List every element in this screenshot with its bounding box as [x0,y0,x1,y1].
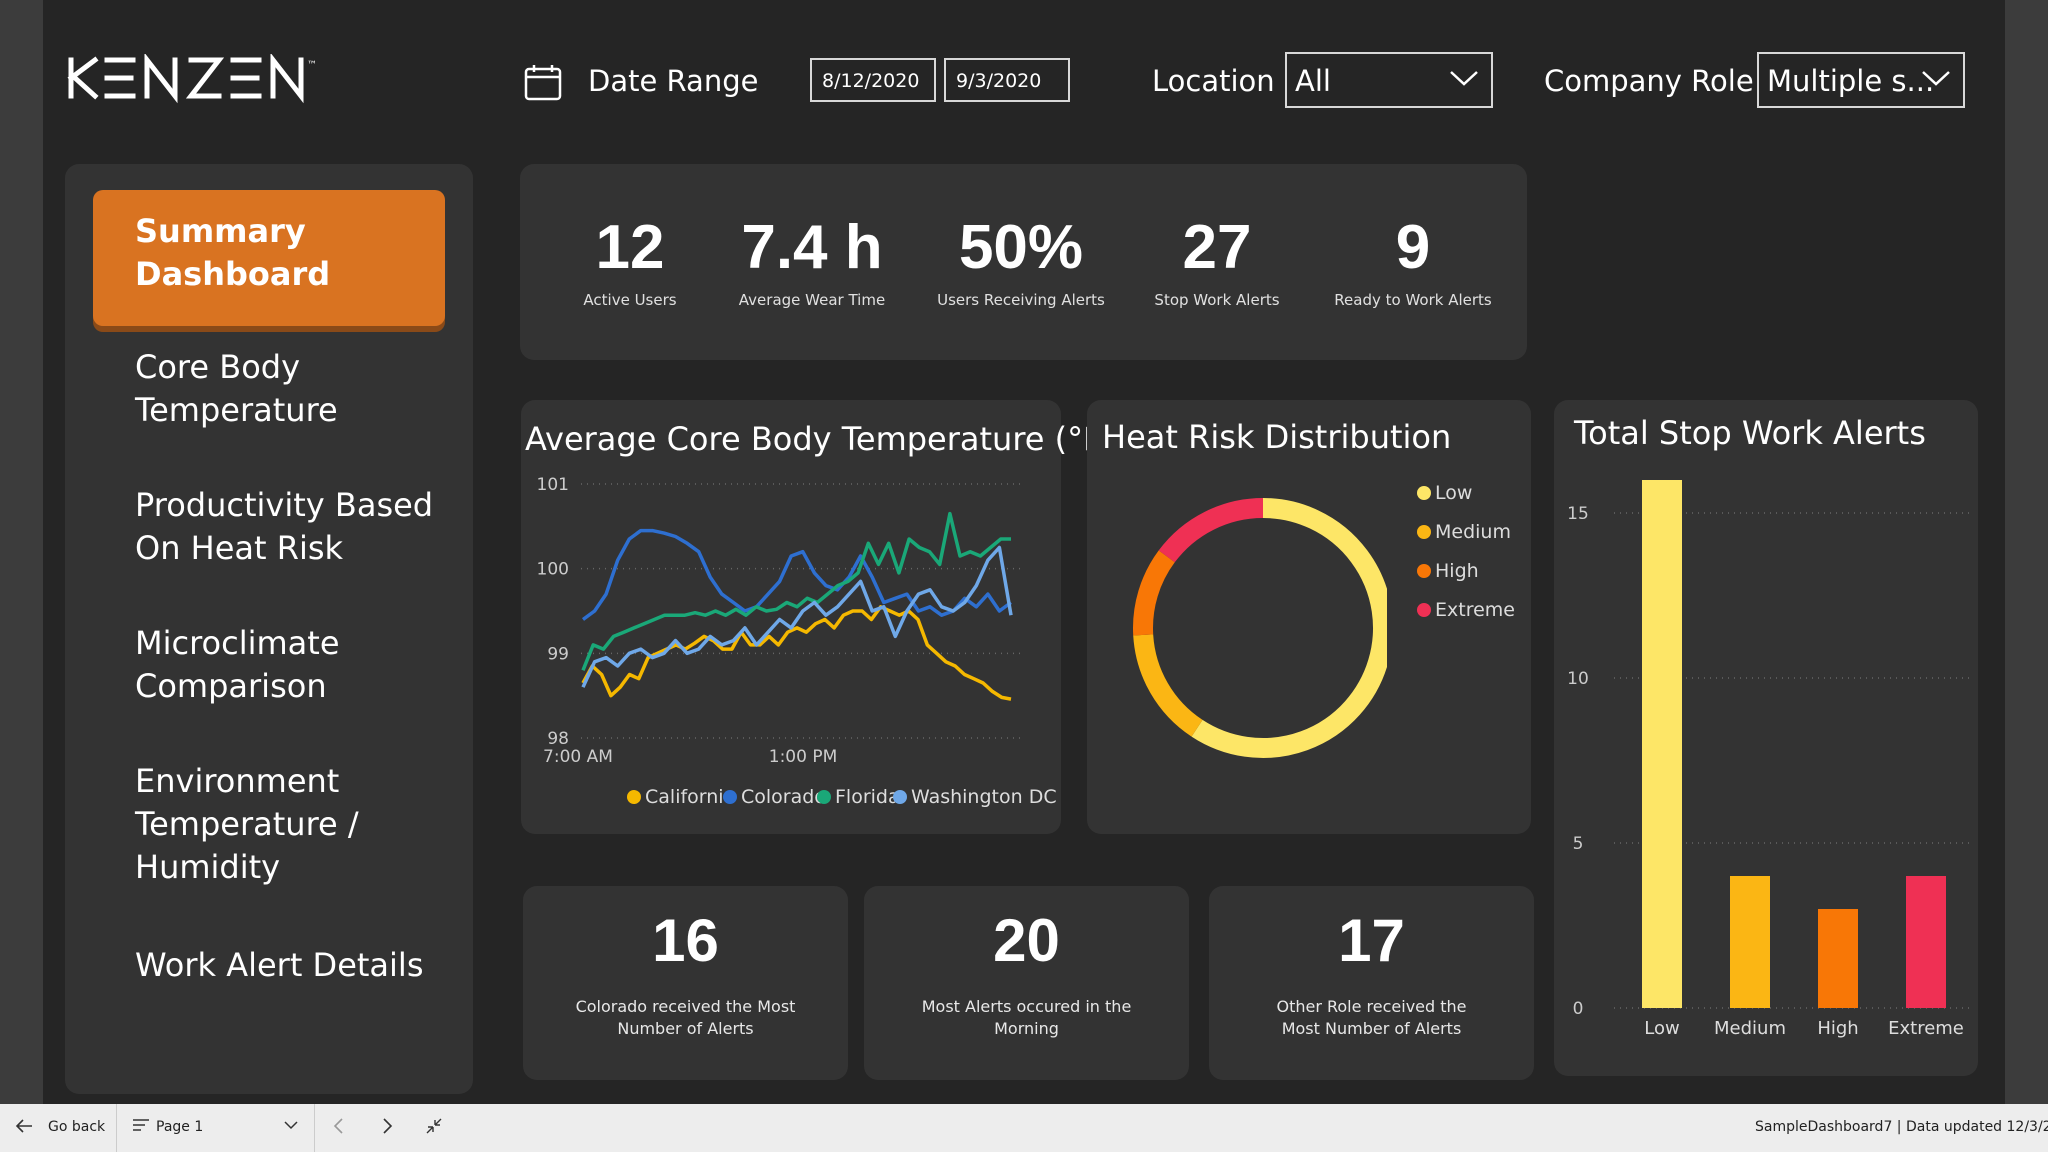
app-window: ™ Date Range 8/12/2020 9/3/2020 Location… [0,0,2048,1152]
y-tick-label: 0 [1573,999,1584,1019]
stat-location-label: Colorado received the Most Number of Ale… [575,997,796,1038]
kpi-wear-time-value: 7.4 h [741,213,883,282]
stat-card-role: 17 Other Role received the Most Number o… [1209,886,1534,1080]
kpi-card: 12 Active Users 7.4 h Average Wear Time … [520,164,1527,360]
next-page-icon[interactable] [378,1116,396,1140]
stop-work-chart-card: Total Stop Work Alerts 0 5 10 15 Low Medium Hi… [1554,400,1978,1076]
company-role-value: Multiple s... [1767,64,1935,98]
back-arrow-icon[interactable] [14,1116,34,1140]
bar-extreme [1906,876,1946,1008]
stop-work-chart-title: Total Stop Work Alerts [1574,414,1926,452]
start-date-input[interactable]: 8/12/2020 [810,58,936,102]
location-value: All [1295,64,1331,98]
company-role-dropdown[interactable]: Multiple s... [1757,52,1965,108]
exit-fullscreen-icon[interactable] [424,1116,444,1140]
kpi-stop-work-label: Stop Work Alerts [1154,291,1280,309]
legend-colorado: Colorado [723,786,826,808]
x-tick-label: Extreme [1888,1018,1964,1039]
core-temp-chart-title: Average Core Body Temperature (°F) [525,420,1115,458]
stat-time-value: 20 [993,907,1060,974]
location-dropdown[interactable]: All [1285,52,1493,108]
report-status-text: SampleDashboard7 | Data updated 12/3/20 [1755,1119,2048,1135]
bar-low [1642,480,1682,1008]
navigation-panel: Summary Dashboard Core Body Temperature … [65,164,473,1094]
y-tick-label: 5 [1573,834,1584,854]
legend-low: Low [1417,482,1472,504]
legend-california: California [627,786,735,808]
company-role-label: Company Role [1544,64,1754,98]
y-tick-label: 15 [1567,504,1589,524]
x-tick-label: 7:00 AM [543,747,613,767]
legend-medium: Medium [1417,521,1511,543]
kenzen-logo-icon: ™ [67,52,317,104]
page-list-icon [132,1117,150,1137]
report-footer-bar: Go back Page 1 SampleDashboard7 | Data u… [0,1104,2048,1152]
date-range-label: Date Range [588,64,759,98]
donut-slice-low [1191,498,1387,758]
y-tick-label: 100 [537,560,569,580]
nav-microclimate-comparison[interactable]: Microclimate Comparison [93,622,443,708]
core-temp-legend: California Colorado Florida Washington D… [521,786,1061,816]
heat-risk-donut-chart [1133,498,1387,758]
stat-card-location: 16 Colorado received the Most Number of … [523,886,848,1080]
legend-washington-dc: Washington DC [893,786,1057,808]
chevron-down-icon [1450,71,1478,86]
bar-high [1818,909,1858,1008]
nav-core-body-temperature[interactable]: Core Body Temperature [93,346,443,432]
stat-role-label: Other Role received the Most Number of A… [1276,997,1467,1038]
legend-extreme: Extreme [1417,599,1515,621]
nav-work-alert-details[interactable]: Work Alert Details [93,944,443,987]
x-tick-label: High [1817,1018,1858,1039]
stat-time-label: Most Alerts occured in the Morning [921,997,1132,1038]
donut-slice-high [1133,550,1175,636]
heat-risk-chart-title: Heat Risk Distribution [1102,418,1452,456]
x-tick-label: Low [1644,1018,1679,1039]
nav-environment-temperature-humidity[interactable]: Environment Temperature / Humidity [93,760,443,889]
kpi-stop-work-value: 27 [1182,213,1252,282]
chevron-down-icon[interactable] [282,1116,300,1138]
calendar-icon [523,62,563,107]
nav-productivity-heat-risk[interactable]: Productivity Based On Heat Risk [93,484,443,570]
donut-slice-medium [1133,634,1203,737]
y-tick-label: 10 [1567,669,1589,689]
heat-risk-chart-card: Heat Risk Distribution Low Medium High E… [1087,400,1531,834]
y-tick-label: 98 [547,729,569,749]
x-tick-label: Medium [1714,1018,1786,1039]
kpi-users-alerts-label: Users Receiving Alerts [937,291,1105,309]
stat-role-value: 17 [1338,907,1405,974]
chevron-down-icon [1922,71,1950,86]
x-tick-label: 1:00 PM [769,747,838,767]
go-back-button[interactable]: Go back [48,1119,105,1135]
nav-summary-dashboard[interactable]: Summary Dashboard [93,190,445,326]
y-tick-label: 99 [547,644,569,664]
kenzen-logo: ™ [67,52,337,109]
legend-florida: Florida [817,786,900,808]
previous-page-icon[interactable] [330,1116,348,1140]
stat-card-time: 20 Most Alerts occured in the Morning [864,886,1189,1080]
page-selector[interactable]: Page 1 [156,1119,203,1135]
core-temp-line-chart: 98 99 100 101 7:00 AM 1:00 PM [537,475,1021,767]
report-canvas: ™ Date Range 8/12/2020 9/3/2020 Location… [43,0,2005,1104]
end-date-input[interactable]: 9/3/2020 [944,58,1070,102]
legend-high: High [1417,560,1479,582]
core-temp-chart-card: Average Core Body Temperature (°F) 98 99 1… [521,400,1114,834]
donut-slice-extreme [1158,498,1264,563]
kpi-wear-time-label: Average Wear Time [738,291,886,309]
kpi-ready-work-label: Ready to Work Alerts [1334,291,1492,309]
y-tick-label: 101 [537,475,569,495]
stop-work-bar-chart: 0 5 10 15 Low Medium High Extreme [1567,480,1970,1039]
stat-location-value: 16 [652,907,719,974]
bar-medium [1730,876,1770,1008]
series-line-florida [581,511,1011,671]
svg-text:™: ™ [307,60,317,71]
location-label: Location [1152,64,1275,98]
kpi-users-alerts-value: 50% [958,213,1084,282]
kpi-ready-work-value: 9 [1395,213,1431,282]
